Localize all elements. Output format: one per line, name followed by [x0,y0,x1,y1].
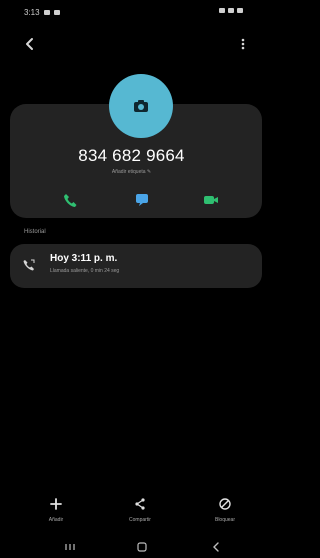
signal-icon [228,8,234,13]
status-time: 3:13 [24,8,40,17]
block-button[interactable]: Bloquear [199,497,251,527]
share-label: Compartir [129,517,151,523]
back-button[interactable] [22,36,38,52]
more-vert-icon [241,38,245,50]
wifi-icon [219,8,225,13]
contact-actions [0,190,263,210]
plus-icon [50,498,62,510]
message-icon [136,194,148,206]
message-button[interactable] [132,190,152,210]
home-icon [137,542,147,552]
phone-number: 834 682 9664 [78,146,185,165]
back-icon [213,542,219,552]
contact-subline[interactable]: Añadir etiqueta ✎ [0,169,263,175]
battery-icon [237,8,243,13]
chevron-left-icon [26,38,33,50]
add-label: Añadir [48,517,64,523]
video-icon [204,196,218,204]
share-button[interactable]: Compartir [114,497,166,527]
status-left: 3:13 [24,8,60,17]
status-notification-icon [53,10,60,15]
phone-icon [64,194,77,207]
status-notification-icon [43,10,50,15]
top-action-bar [0,34,263,58]
block-label: Bloquear [214,517,235,523]
contact-avatar[interactable] [109,74,173,138]
history-title: Hoy 3:11 p. m. [50,253,118,264]
outgoing-call-icon [23,259,35,271]
video-call-button[interactable] [201,190,221,210]
call-button[interactable] [60,190,80,210]
recent-apps-button[interactable] [62,540,78,552]
history-item [22,258,36,272]
history-subtitle: Llamada saliente, 0 min 24 seg [50,268,120,274]
bottom-actions: Añadir Compartir Bloquear [0,497,263,527]
recent-apps-icon [65,544,75,550]
status-right [219,8,243,13]
camera-icon [134,100,148,112]
history-card[interactable] [10,244,262,288]
block-icon [219,498,231,510]
back-nav-button[interactable] [208,540,224,552]
add-button[interactable]: Añadir [30,497,82,527]
home-button[interactable] [134,540,150,552]
system-navigation-bar [0,535,263,558]
more-options-button[interactable] [235,36,251,52]
status-bar: 3:13 [0,0,263,24]
share-icon [135,498,145,510]
history-section-label: Historial [24,229,46,235]
